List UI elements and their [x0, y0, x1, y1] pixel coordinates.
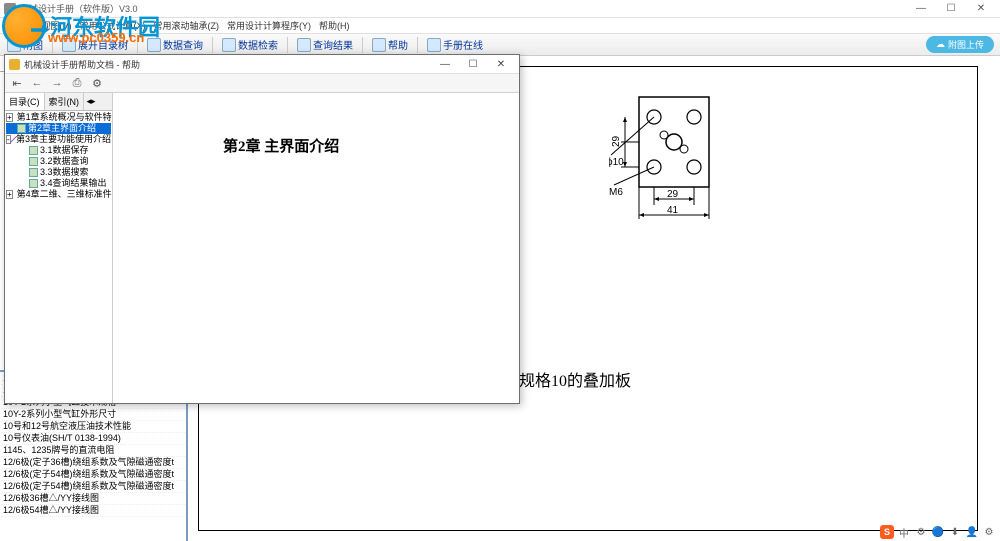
- tree-label: 3.3数据搜索: [40, 167, 89, 178]
- help-content[interactable]: 第2章 主界面介绍: [113, 93, 519, 403]
- tree-label: 3.4查询结果输出: [40, 178, 107, 189]
- expander-icon[interactable]: +: [6, 190, 13, 199]
- menu-bearing[interactable]: 常用滚动轴承(Z): [154, 19, 220, 32]
- tray-6[interactable]: ⚙: [982, 525, 996, 539]
- list-item[interactable]: 12/6极(定子36槽)绕组系数及气隙磁通密度t: [1, 457, 185, 469]
- help-print-icon[interactable]: ⎙: [68, 75, 86, 91]
- svg-text:41: 41: [667, 205, 679, 216]
- main-titlebar: 机械设计手册（软件版）V3.0 — ☐ ✕: [0, 0, 1000, 18]
- help-app-icon: [9, 59, 20, 70]
- app-icon: [4, 3, 16, 15]
- tray-1[interactable]: 中: [897, 525, 911, 539]
- tree-label: 第3章主要功能使用介绍: [16, 134, 111, 145]
- page-icon: [29, 179, 38, 188]
- menu-design[interactable]: 常用设计计算程序(Y): [227, 19, 311, 32]
- list-item[interactable]: 12/6极36槽△/YY接线图: [1, 493, 185, 505]
- online-icon: [427, 38, 441, 52]
- tree-label: 第1章系统概况与软件特: [17, 112, 112, 123]
- help-chapter-title: 第2章 主界面介绍: [223, 135, 339, 156]
- help-tree[interactable]: +第1章系统概况与软件特第2章主界面介绍-第3章主要功能使用介绍3.1数据保存3…: [5, 111, 112, 403]
- help-maximize[interactable]: ☐: [459, 56, 487, 72]
- tool-query[interactable]: 数据查询: [144, 37, 206, 52]
- tree-node[interactable]: -第3章主要功能使用介绍: [6, 134, 111, 145]
- help-close[interactable]: ✕: [487, 56, 515, 72]
- tree-node[interactable]: 3.4查询结果输出: [18, 178, 111, 189]
- tool-online[interactable]: 手册在线: [424, 37, 486, 52]
- ime-icon[interactable]: S: [880, 525, 894, 539]
- list-item[interactable]: 10Y-2系列小型气缸外形尺寸: [1, 409, 185, 421]
- help-toolbar: ⇤ ← → ⎙ ⚙: [5, 73, 519, 93]
- menu-view[interactable]: 视图(V): [42, 19, 72, 32]
- help-window: 机械设计手册帮助文档 - 帮助 — ☐ ✕ ⇤ ← → ⎙ ⚙ 目录(C) 索引…: [4, 54, 520, 404]
- upload-button[interactable]: ☁ 附图上传: [926, 36, 994, 53]
- list-item[interactable]: 12/6极(定子54槽)绕组系数及气隙磁通密度t: [1, 481, 185, 493]
- help-icon: [372, 38, 386, 52]
- tool-search[interactable]: 数据检索: [219, 37, 281, 52]
- tray-3[interactable]: 🔵: [931, 525, 945, 539]
- search-icon: [222, 38, 236, 52]
- svg-text:M6: M6: [609, 187, 623, 198]
- close-button[interactable]: ✕: [966, 1, 996, 17]
- tool-help[interactable]: 帮助: [369, 37, 411, 52]
- page-icon: [17, 124, 26, 133]
- menu-file[interactable]: 文件(F): [4, 19, 34, 32]
- list-item[interactable]: 10号和12号航空液压油技术性能: [1, 421, 185, 433]
- minimize-button[interactable]: —: [906, 1, 936, 17]
- list-item[interactable]: 12/6极(定子54槽)绕组系数及气隙磁通密度t: [1, 469, 185, 481]
- tool-results[interactable]: 查询结果: [294, 37, 356, 52]
- help-tab-contents[interactable]: 目录(C): [5, 93, 45, 110]
- list-item[interactable]: 1145、1235牌号的直流电阻: [1, 445, 185, 457]
- tree-node[interactable]: 3.1数据保存: [18, 145, 111, 156]
- expander-icon[interactable]: +: [6, 113, 13, 122]
- svg-text:29: 29: [611, 135, 622, 147]
- help-back-icon[interactable]: ←: [28, 75, 46, 91]
- tree-node[interactable]: 3.2数据查询: [18, 156, 111, 167]
- query-icon: [147, 38, 161, 52]
- page-icon: [29, 157, 38, 166]
- page-icon: [29, 146, 38, 155]
- tray-5[interactable]: 👤: [965, 525, 979, 539]
- tree-label: 3.2数据查询: [40, 156, 89, 167]
- maximize-button[interactable]: ☐: [936, 1, 966, 17]
- tool-expand-tree[interactable]: 展开目录树: [59, 37, 131, 52]
- toolbar: 附图 展开目录树 数据查询 数据检索 查询结果 帮助 手册在线 ☁ 附图上传: [0, 34, 1000, 56]
- menu-help[interactable]: 帮助(H): [319, 19, 350, 32]
- help-tab-index[interactable]: 索引(N): [45, 93, 85, 110]
- technical-drawing: 29 29 41 ϕ10: [609, 87, 729, 237]
- help-fwd-icon[interactable]: →: [48, 75, 66, 91]
- tree-node[interactable]: 第2章主界面介绍: [6, 123, 111, 134]
- cloud-icon: ☁: [936, 39, 945, 50]
- tray-4[interactable]: ⬇: [948, 525, 962, 539]
- page-icon: [29, 168, 38, 177]
- help-title: 机械设计手册帮助文档 - 帮助: [24, 58, 431, 71]
- tree-node[interactable]: 3.3数据搜索: [18, 167, 111, 178]
- tree-node[interactable]: + 第1章系统概况与软件特: [6, 112, 111, 123]
- results-icon: [297, 38, 311, 52]
- help-tree-panel: 目录(C) 索引(N) ◂▸ + 第1章系统概况与软件特第2章主界面介绍-第3章主…: [5, 93, 113, 403]
- tool-figure[interactable]: 附图: [4, 37, 46, 52]
- drawing-caption: 规格10的叠加板: [519, 367, 631, 391]
- tray-2[interactable]: ⚙: [914, 525, 928, 539]
- svg-text:ϕ10: ϕ10: [609, 157, 624, 168]
- tree-label: 第4章二维、三维标准件: [17, 189, 112, 200]
- tree-label: 3.1数据保存: [40, 145, 89, 156]
- svg-text:29: 29: [667, 189, 679, 200]
- menu-formula[interactable]: 常用公式计算(X): [80, 19, 146, 32]
- app-title: 机械设计手册（软件版）V3.0: [20, 2, 906, 15]
- help-options-icon[interactable]: ⚙: [88, 75, 106, 91]
- menubar: 文件(F) 视图(V) 常用公式计算(X) 常用滚动轴承(Z) 常用设计计算程序…: [0, 18, 1000, 34]
- tree-icon: [62, 38, 76, 52]
- tree-node[interactable]: + 第4章二维、三维标准件: [6, 189, 111, 200]
- help-minimize[interactable]: —: [431, 56, 459, 72]
- figure-icon: [7, 38, 21, 52]
- help-tab-nav[interactable]: ◂▸: [84, 93, 98, 110]
- tree-label: 第2章主界面介绍: [28, 123, 96, 134]
- system-tray: S 中 ⚙ 🔵 ⬇ 👤 ⚙: [880, 525, 996, 539]
- list-item[interactable]: 12/6极54槽△/YY接线图: [1, 505, 185, 517]
- list-item[interactable]: 10号仪表油(SH/T 0138-1994): [1, 433, 185, 445]
- help-hide-icon[interactable]: ⇤: [8, 75, 26, 91]
